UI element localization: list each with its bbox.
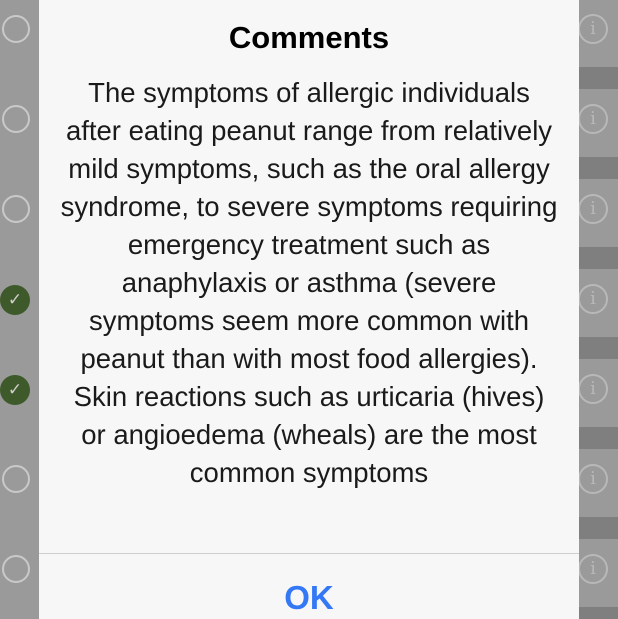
info-icon[interactable]: i [578,464,608,494]
unchecked-circle-icon [2,555,30,583]
info-icon[interactable]: i [578,194,608,224]
unchecked-circle-icon [2,195,30,223]
info-icon[interactable]: i [578,374,608,404]
alert-message-scroll[interactable]: The symptoms of allergic individuals aft… [59,74,559,552]
screen: i i i ✓ i ✓ i i i Comments The symptoms … [0,0,618,619]
unchecked-circle-icon [2,15,30,43]
alert-message: The symptoms of allergic individuals aft… [60,77,558,488]
ok-button[interactable]: OK [39,554,579,619]
info-icon[interactable]: i [578,554,608,584]
info-icon[interactable]: i [578,14,608,44]
checkmark-icon: ✓ [0,285,30,315]
checkmark-icon: ✓ [0,375,30,405]
info-icon[interactable]: i [578,284,608,314]
alert-title: Comments [228,20,390,55]
comments-alert-dialog: Comments The symptoms of allergic indivi… [39,0,579,619]
unchecked-circle-icon [2,105,30,133]
unchecked-circle-icon [2,465,30,493]
info-icon[interactable]: i [578,104,608,134]
